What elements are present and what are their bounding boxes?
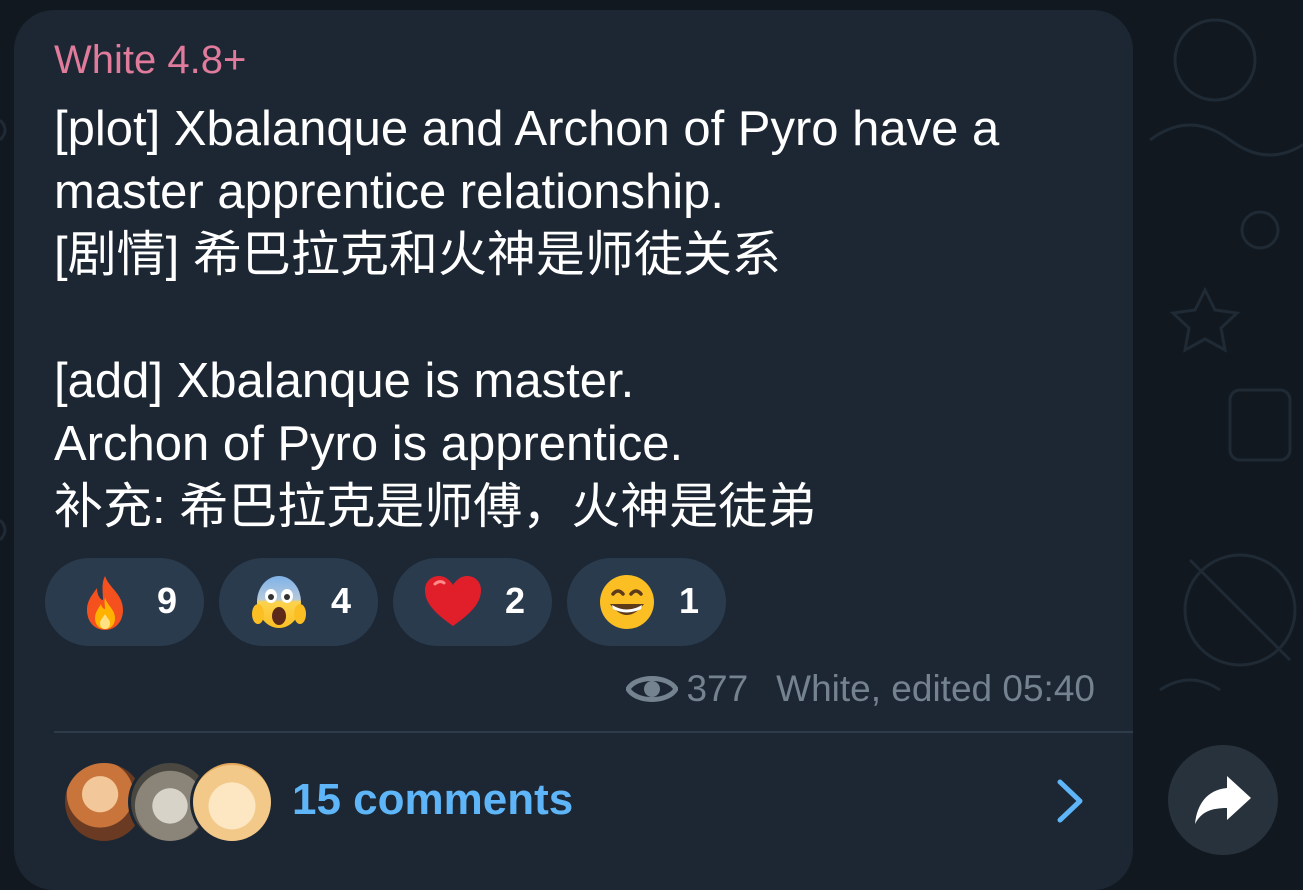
reaction-grinning-face[interactable]: 1 bbox=[567, 558, 726, 646]
eye-icon bbox=[626, 676, 679, 702]
reaction-count: 4 bbox=[331, 580, 352, 621]
commenter-avatars[interactable] bbox=[62, 760, 274, 844]
message-line: [add] Xbalanque is master. bbox=[54, 354, 635, 408]
message-meta: 377 White, edited 05:40 bbox=[626, 668, 1095, 710]
reaction-count: 2 bbox=[505, 580, 526, 621]
reaction-count: 9 bbox=[157, 580, 178, 621]
chevron-right-icon[interactable] bbox=[1050, 778, 1090, 824]
view-count: 377 bbox=[686, 668, 749, 709]
message-line: master apprentice relationship. bbox=[54, 165, 725, 219]
share-button[interactable] bbox=[1168, 745, 1278, 855]
message-line: [plot] Xbalanque and Archon of Pyro have… bbox=[54, 102, 1000, 156]
reaction-heart[interactable]: 2 bbox=[393, 558, 552, 646]
message-line: [剧情] 希巴拉克和火神是师徒关系 bbox=[54, 228, 781, 282]
message-line: Archon of Pyro is apprentice. bbox=[54, 417, 684, 471]
message-line: 补充: 希巴拉克是师傅，火神是徒弟 bbox=[54, 480, 817, 534]
reaction-fire[interactable]: 9 bbox=[45, 558, 204, 646]
red-heart-emoji-icon bbox=[425, 576, 481, 626]
comments-link[interactable]: 15 comments bbox=[292, 775, 573, 825]
avatar bbox=[190, 760, 274, 844]
message-signature: White, edited 05:40 bbox=[776, 668, 1095, 709]
comments-divider bbox=[54, 731, 1133, 733]
message-text: [plot] Xbalanque and Archon of Pyro have… bbox=[54, 98, 1114, 539]
grinning-face-emoji-icon bbox=[600, 575, 654, 629]
reaction-count: 1 bbox=[679, 580, 700, 621]
share-arrow-icon bbox=[1195, 776, 1251, 824]
fire-emoji-icon bbox=[87, 576, 123, 630]
sender-name[interactable]: White 4.8+ bbox=[54, 38, 246, 83]
screaming-face-emoji-icon bbox=[252, 576, 306, 628]
reaction-screaming-face[interactable]: 4 bbox=[219, 558, 378, 646]
